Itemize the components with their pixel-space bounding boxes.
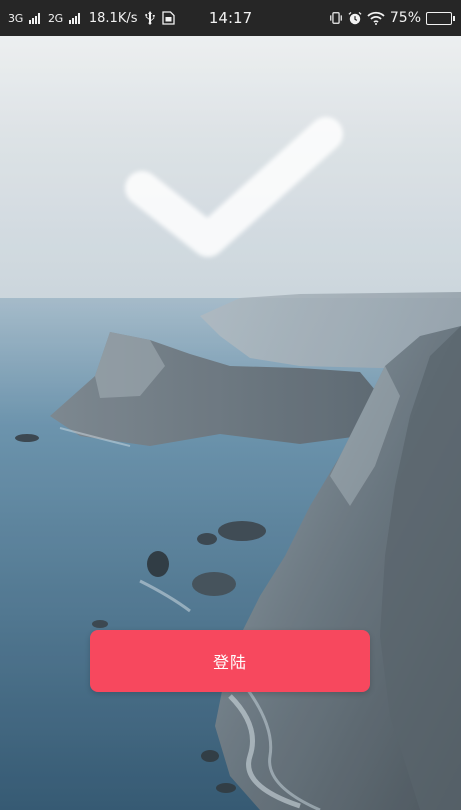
check-icon — [125, 117, 343, 257]
signal-icon — [28, 12, 40, 24]
wifi-icon — [367, 11, 385, 25]
login-button[interactable]: 登陆 — [90, 630, 370, 692]
network-speed: 18.1K/s — [88, 10, 138, 26]
vibrate-icon — [329, 11, 343, 25]
clock: 14:17 — [208, 9, 253, 27]
status-right: 75% — [329, 10, 455, 26]
status-left: 3G 2G 18.1K/s — [8, 11, 176, 26]
network-type-2: 2G — [47, 11, 63, 25]
login-screen: 3G 2G 18.1K/s 14:17 75% 登陆 — [0, 0, 461, 810]
login-button-label: 登陆 — [212, 655, 247, 672]
alarm-icon — [348, 11, 362, 25]
battery-charging-icon — [426, 11, 455, 25]
usb-icon — [143, 11, 157, 25]
status-bar: 3G 2G 18.1K/s 14:17 75% — [0, 0, 461, 36]
signal-icon — [68, 12, 80, 24]
battery-percent: 75% — [389, 10, 421, 26]
network-type-1: 3G — [8, 11, 23, 25]
sim-icon — [162, 11, 176, 25]
